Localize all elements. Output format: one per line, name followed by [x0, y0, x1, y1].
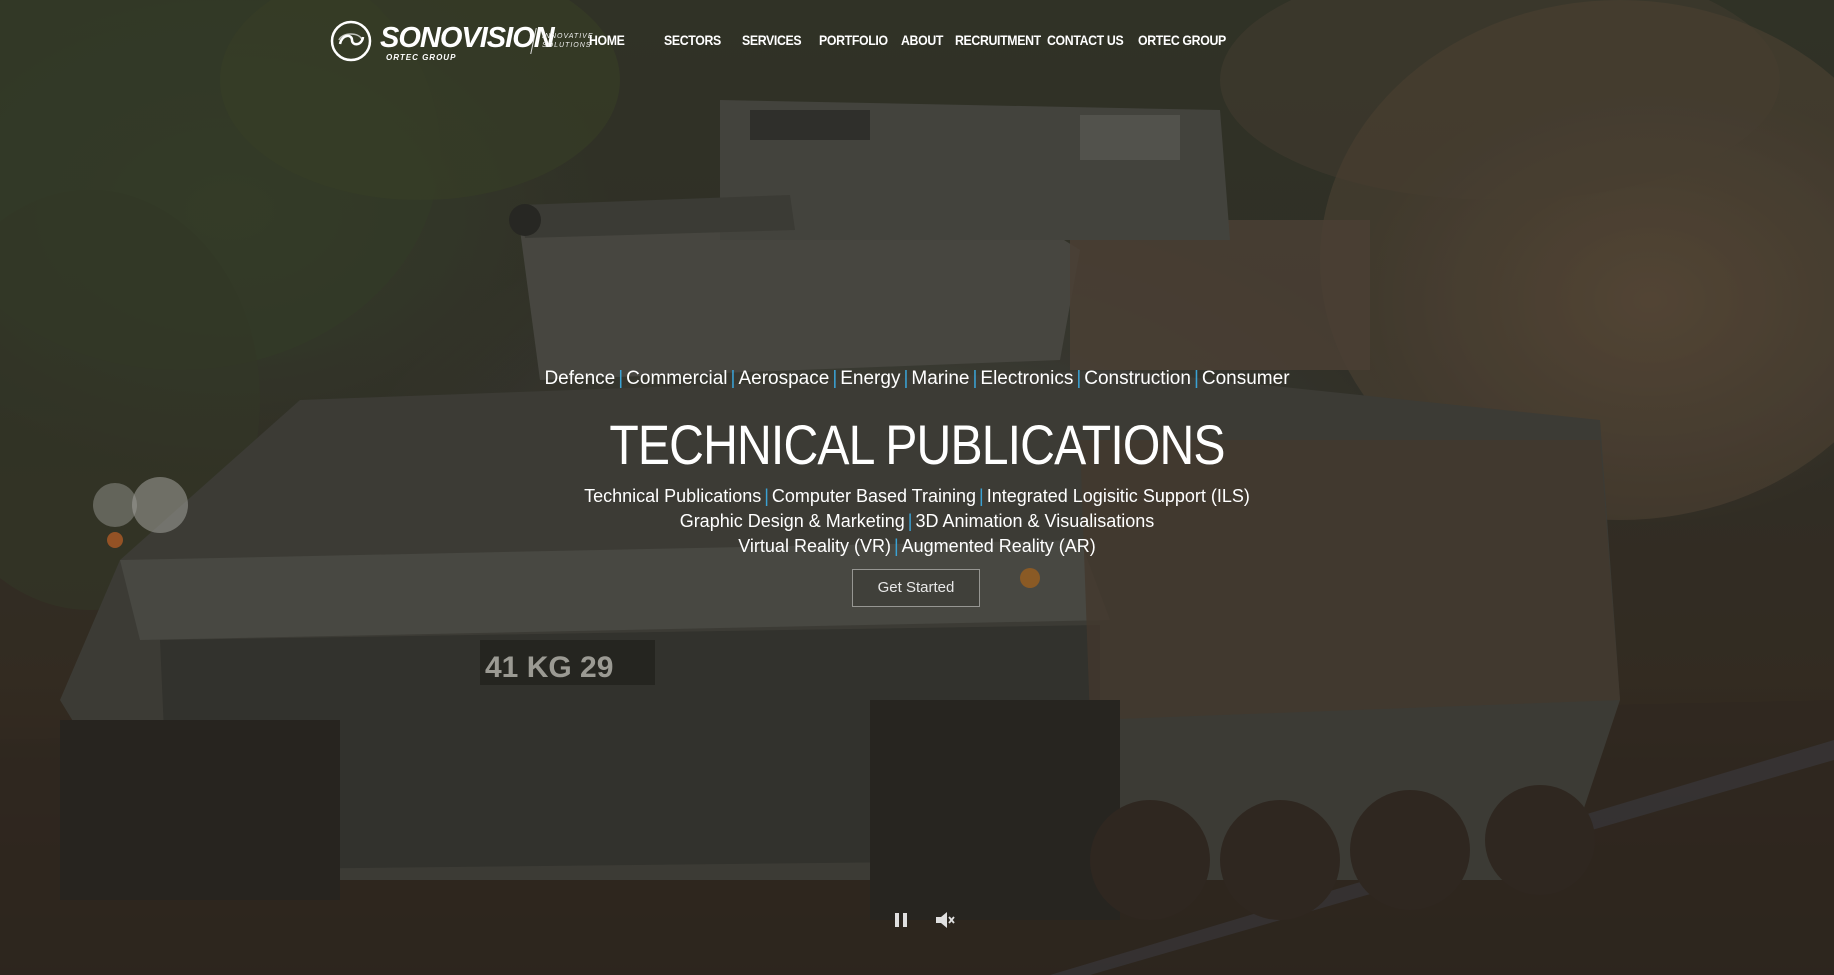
sector-item[interactable]: Construction: [1084, 368, 1191, 389]
sonovision-logo-icon: [330, 20, 372, 62]
sector-separator: |: [1076, 368, 1082, 389]
site-logo[interactable]: SONOVISION ORTEC GROUP INNOVATIVE SOLUTI…: [330, 18, 593, 68]
service-separator: |: [764, 486, 769, 506]
services-line: Technical Publications | Computer Based Tr…: [0, 484, 1834, 509]
service-item[interactable]: 3D Animation & Visualisations: [915, 511, 1154, 531]
get-started-button[interactable]: Get Started: [852, 569, 980, 607]
nav-item-services[interactable]: SERVICES: [742, 32, 802, 48]
nav-item-home[interactable]: HOME: [589, 32, 625, 48]
nav-item-contact-us[interactable]: CONTACT US: [1047, 32, 1124, 48]
video-controls: [890, 909, 960, 931]
nav-item-sectors[interactable]: SECTORS: [664, 32, 721, 48]
sector-separator: |: [972, 368, 978, 389]
sector-item[interactable]: Defence: [544, 368, 615, 389]
sector-separator: |: [730, 368, 736, 389]
service-separator: |: [907, 511, 913, 531]
sectors-list: Defence | Commercial | Aerospace | Energy | Mari…: [0, 368, 1834, 390]
nav-item-recruitment[interactable]: RECRUITMENT: [955, 32, 1041, 48]
service-separator: |: [979, 486, 984, 506]
sector-separator: |: [832, 368, 838, 389]
hero-headline: TECHNICAL PUBLICATIONS: [609, 413, 1225, 476]
sector-item[interactable]: Energy: [840, 368, 900, 389]
services-line: Graphic Design & Marketing | 3D Animation …: [0, 509, 1834, 534]
sector-item[interactable]: Commercial: [626, 368, 727, 389]
service-item[interactable]: Computer Based Training: [772, 486, 976, 506]
service-item[interactable]: Graphic Design & Marketing: [680, 511, 905, 531]
sector-item[interactable]: Aerospace: [738, 368, 829, 389]
brand-name: SONOVISION: [380, 22, 555, 54]
services-list: Technical Publications | Computer Based Tr…: [0, 484, 1834, 559]
service-separator: |: [893, 536, 899, 556]
pause-icon[interactable]: [890, 909, 912, 931]
nav-item-ortec-group[interactable]: ORTEC GROUP: [1138, 32, 1226, 48]
sector-item[interactable]: Electronics: [980, 368, 1073, 389]
brand-tagline-line2: SOLUTIONS: [542, 42, 592, 49]
brand-tagline-line1: INNOVATIVE: [542, 33, 594, 40]
services-line: Virtual Reality (VR) | Augmented Reality (…: [0, 534, 1834, 559]
service-item[interactable]: Virtual Reality (VR): [738, 536, 891, 556]
service-item[interactable]: Augmented Reality (AR): [902, 536, 1096, 556]
sector-separator: |: [903, 368, 909, 389]
sector-item[interactable]: Consumer: [1202, 368, 1290, 389]
sector-separator: |: [618, 368, 624, 389]
service-item[interactable]: Technical Publications: [584, 486, 761, 506]
brand-group: ORTEC GROUP: [386, 53, 457, 62]
sector-separator: |: [1193, 368, 1199, 389]
sector-item[interactable]: Marine: [911, 368, 969, 389]
service-item[interactable]: Integrated Logisitic Support (ILS): [987, 486, 1250, 506]
nav-item-about[interactable]: ABOUT: [901, 32, 943, 48]
nav-item-portfolio[interactable]: PORTFOLIO: [819, 32, 888, 48]
speaker-mute-icon[interactable]: [934, 909, 956, 931]
